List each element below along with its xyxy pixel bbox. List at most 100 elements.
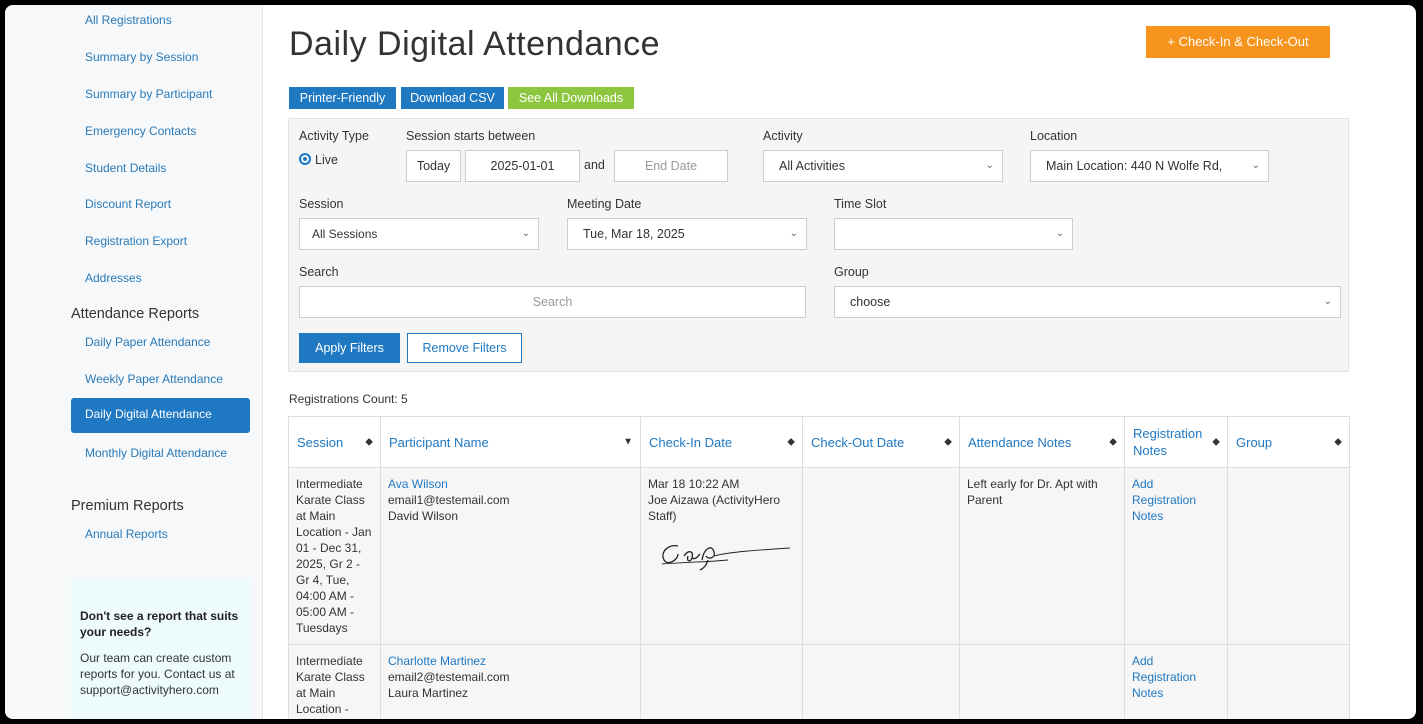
activity-label: Activity: [763, 129, 803, 143]
participant-cell: Ava Wilson email1@testemail.com David Wi…: [380, 467, 641, 645]
column-header-registration-notes[interactable]: Registration Notes ◆: [1124, 416, 1228, 468]
registration-notes-cell: Add Registration Notes: [1124, 644, 1228, 719]
table-row: Intermediate Karate Class at Main Locati…: [288, 467, 1350, 645]
registrations-count: Registrations Count: 5: [289, 392, 408, 406]
add-registration-notes-link[interactable]: Add Registration Notes: [1132, 477, 1196, 523]
apply-filters-button[interactable]: Apply Filters: [299, 333, 400, 363]
session-cell: Intermediate Karate Class at Main Locati…: [288, 644, 381, 719]
meeting-date-label: Meeting Date: [567, 197, 642, 211]
participant-parent: David Wilson: [388, 509, 459, 523]
check-in-time: Mar 18 10:22 AM: [648, 477, 740, 491]
chevron-down-icon: ⌄: [1323, 296, 1332, 307]
sidebar-item-addresses[interactable]: Addresses: [85, 271, 142, 285]
group-select-value: choose: [850, 295, 891, 309]
today-button[interactable]: Today: [406, 150, 461, 182]
column-header-group[interactable]: Group ◆: [1227, 416, 1350, 468]
search-label: Search: [299, 265, 339, 279]
column-header-label: Check-Out Date: [811, 434, 905, 450]
column-header-label: Check-In Date: [649, 434, 733, 450]
add-registration-notes-link[interactable]: Add Registration Notes: [1132, 654, 1196, 700]
time-slot-select[interactable]: ⌄: [834, 218, 1073, 250]
help-body: Our team can create custom reports for y…: [80, 651, 235, 697]
activity-select[interactable]: All Activities ⌄: [763, 150, 1003, 182]
chevron-down-icon: ⌄: [1055, 228, 1064, 239]
participant-name-link[interactable]: Ava Wilson: [388, 477, 448, 491]
sidebar-item-emergency-contacts[interactable]: Emergency Contacts: [85, 124, 196, 138]
remove-filters-button[interactable]: Remove Filters: [407, 333, 522, 363]
column-header-label: Session: [297, 434, 344, 450]
live-radio-label: Live: [315, 153, 338, 167]
custom-report-help-box: Don't see a report that suits your needs…: [71, 578, 251, 719]
end-date-input[interactable]: End Date: [614, 150, 728, 182]
sidebar-item-daily-paper-attendance[interactable]: Daily Paper Attendance: [85, 335, 210, 349]
premium-reports-heading: Premium Reports: [71, 498, 184, 514]
location-label: Location: [1030, 129, 1078, 143]
session-select[interactable]: All Sessions ⌄: [299, 218, 539, 250]
page-title: Daily Digital Attendance: [289, 25, 661, 63]
column-header-participant-name[interactable]: Participant Name ▼: [380, 416, 641, 468]
app-window: All Registrations Summary by Session Sum…: [5, 5, 1416, 719]
sidebar-item-summary-by-session[interactable]: Summary by Session: [85, 50, 198, 64]
start-date-input[interactable]: 2025-01-01: [465, 150, 580, 182]
sidebar-item-daily-digital-attendance[interactable]: Daily Digital Attendance: [71, 398, 250, 433]
participant-email: email2@testemail.com: [388, 670, 510, 684]
sidebar-item-discount-report[interactable]: Discount Report: [85, 197, 171, 211]
time-slot-label: Time Slot: [834, 197, 887, 211]
location-select[interactable]: Main Location: 440 N Wolfe Rd, ⌄: [1030, 150, 1269, 182]
group-select[interactable]: choose ⌄: [834, 286, 1341, 318]
activity-type-label: Activity Type: [299, 129, 369, 143]
check-in-cell: [640, 644, 803, 719]
meeting-date-value: Tue, Mar 18, 2025: [583, 227, 685, 241]
column-header-label: Group: [1236, 434, 1273, 450]
location-select-value: Main Location: 440 N Wolfe Rd,: [1046, 159, 1223, 173]
attendance-reports-heading: Attendance Reports: [71, 306, 200, 322]
meeting-date-select[interactable]: Tue, Mar 18, 2025 ⌄: [567, 218, 807, 250]
download-csv-button[interactable]: Download CSV: [401, 87, 504, 109]
search-input[interactable]: Search: [299, 286, 806, 318]
participant-parent: Laura Martinez: [388, 686, 469, 700]
sidebar: All Registrations Summary by Session Sum…: [5, 5, 263, 719]
sidebar-item-registration-export[interactable]: Registration Export: [85, 234, 187, 248]
sidebar-item-monthly-digital-attendance[interactable]: Monthly Digital Attendance: [85, 446, 235, 462]
see-all-downloads-button[interactable]: See All Downloads: [508, 87, 634, 109]
session-select-value: All Sessions: [312, 227, 378, 241]
group-cell: [1227, 467, 1350, 645]
checkin-checkout-button[interactable]: + Check-In & Check-Out: [1146, 26, 1330, 58]
sort-desc-icon: ▼: [623, 436, 633, 448]
printer-friendly-button[interactable]: Printer-Friendly: [289, 87, 396, 109]
sort-icon: ◆: [1212, 436, 1220, 448]
check-out-cell: [802, 644, 960, 719]
participant-name-link[interactable]: Charlotte Martinez: [388, 654, 486, 668]
participant-cell: Charlotte Martinez email2@testemail.com …: [380, 644, 641, 719]
sort-icon: ◆: [787, 436, 795, 448]
attendance-notes-cell: Left early for Dr. Apt with Parent: [959, 467, 1125, 645]
session-label: Session: [299, 197, 344, 211]
registration-notes-cell: Add Registration Notes: [1124, 467, 1228, 645]
sidebar-item-annual-reports[interactable]: Annual Reports: [85, 527, 168, 541]
group-cell: [1227, 644, 1350, 719]
check-in-cell: Mar 18 10:22 AM Joe Aizawa (ActivityHero…: [640, 467, 803, 645]
column-header-check-out-date[interactable]: Check-Out Date ◆: [802, 416, 960, 468]
attendance-notes-cell: [959, 644, 1125, 719]
live-radio-button[interactable]: [299, 153, 311, 165]
and-text: and: [584, 158, 605, 172]
column-header-session[interactable]: Session ◆: [288, 416, 381, 468]
session-starts-label: Session starts between: [406, 129, 536, 143]
sort-icon: ◆: [365, 436, 373, 448]
session-cell: Intermediate Karate Class at Main Locati…: [288, 467, 381, 645]
chevron-down-icon: ⌄: [985, 160, 994, 171]
help-title: Don't see a report that suits your needs…: [80, 609, 239, 639]
sidebar-item-all-registrations[interactable]: All Registrations: [85, 13, 172, 27]
table-header-row: Session ◆ Participant Name ▼ Check-In Date…: [288, 416, 1350, 468]
column-header-check-in-date[interactable]: Check-In Date ◆: [640, 416, 803, 468]
filter-panel: Activity Type Live Session starts betwee…: [288, 118, 1349, 372]
sidebar-item-student-details[interactable]: Student Details: [85, 161, 166, 175]
chevron-down-icon: ⌄: [521, 228, 530, 239]
chevron-down-icon: ⌄: [1251, 160, 1260, 171]
participant-email: email1@testemail.com: [388, 493, 510, 507]
attendance-table: Session ◆ Participant Name ▼ Check-In Date…: [288, 416, 1350, 719]
column-header-attendance-notes[interactable]: Attendance Notes ◆: [959, 416, 1125, 468]
chevron-down-icon: ⌄: [789, 228, 798, 239]
sidebar-item-weekly-paper-attendance[interactable]: Weekly Paper Attendance: [85, 372, 223, 386]
sidebar-item-summary-by-participant[interactable]: Summary by Participant: [85, 87, 212, 101]
